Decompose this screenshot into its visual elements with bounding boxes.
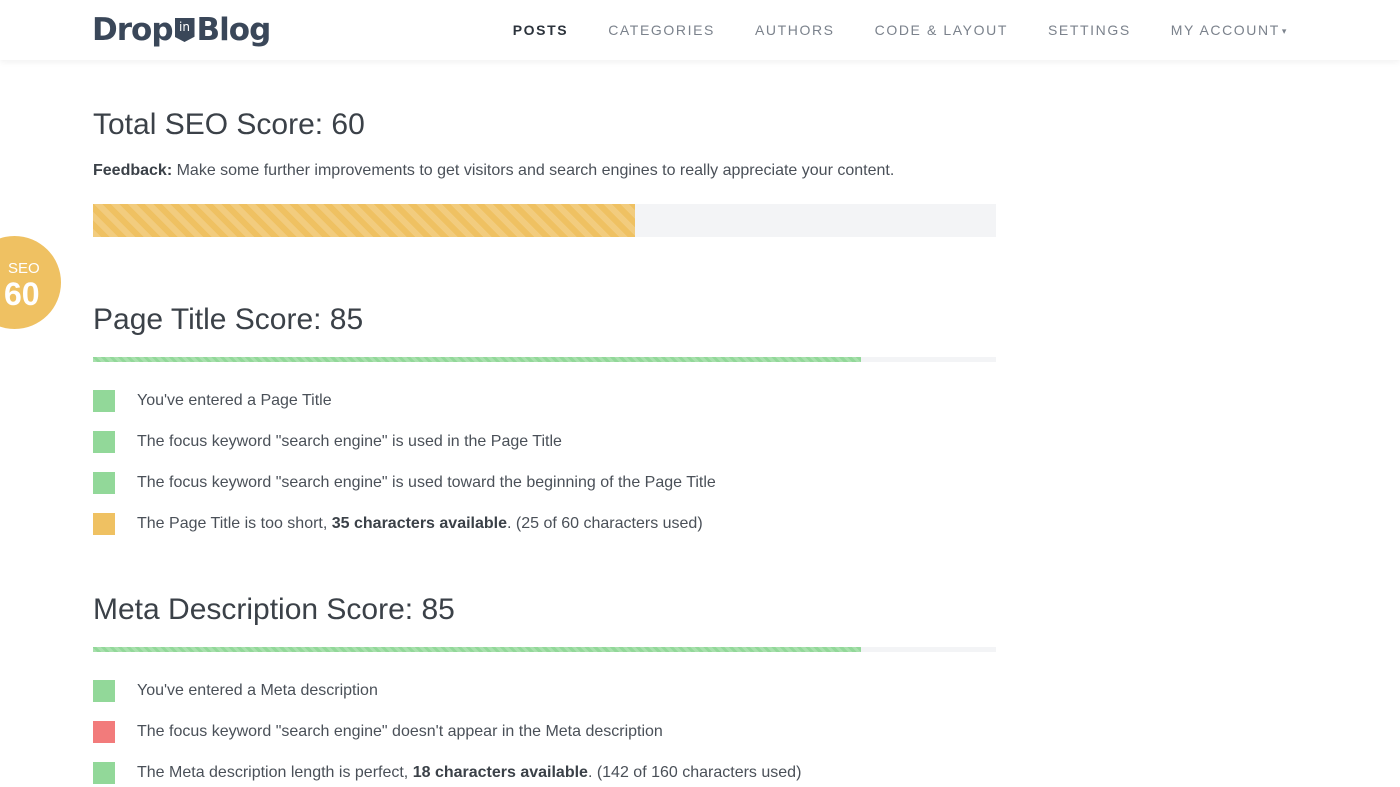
meta-description-check-text: The Meta description length is perfect, …	[137, 764, 802, 781]
page-title-check-text: The Page Title is too short, 35 characte…	[137, 515, 703, 532]
meta-description-check-text: The focus keyword "search engine" doesn'…	[137, 723, 663, 740]
meta-description-check-item: The Meta description length is perfect, …	[93, 762, 801, 784]
main-nav: POSTS CATEGORIES AUTHORS CODE & LAYOUT S…	[473, 0, 1288, 60]
status-pass-icon	[93, 390, 115, 412]
nav-my-account[interactable]: MY ACCOUNT ▾	[1171, 22, 1288, 38]
seo-badge-label: SEO	[8, 260, 40, 277]
nav-categories[interactable]: CATEGORIES	[608, 22, 715, 38]
logo-text-drop: Drop	[92, 12, 174, 48]
feedback-message: Make some further improvements to get vi…	[172, 162, 895, 179]
page-title-check-text: You've entered a Page Title	[137, 392, 332, 409]
caret-down-icon: ▾	[1281, 25, 1288, 36]
page-title-check-text: The focus keyword "search engine" is use…	[137, 474, 716, 491]
logo-in-badge: in	[174, 18, 195, 42]
nav-settings[interactable]: SETTINGS	[1048, 22, 1131, 38]
dropinblog-logo[interactable]: Drop in Blog	[92, 10, 272, 50]
page-title-check-item: The Page Title is too short, 35 characte…	[93, 513, 703, 535]
page-title-score-progress	[93, 357, 996, 362]
top-navbar: Drop in Blog POSTS CATEGORIES AUTHORS CO…	[0, 0, 1400, 60]
page-title-score-heading: Page Title Score: 85	[93, 303, 364, 336]
logo-text-blog: Blog	[196, 12, 272, 48]
meta-description-check-text: You've entered a Meta description	[137, 682, 378, 699]
seo-score-badge[interactable]: SEO 60	[0, 236, 61, 329]
meta-description-score-progress	[93, 647, 996, 652]
total-score-progress-fill	[93, 204, 635, 237]
nav-posts[interactable]: POSTS	[513, 22, 568, 38]
meta-description-check-item: The focus keyword "search engine" doesn'…	[93, 721, 663, 743]
meta-description-score-heading: Meta Description Score: 85	[93, 593, 455, 626]
nav-code-layout[interactable]: CODE & LAYOUT	[875, 22, 1008, 38]
status-pass-icon	[93, 762, 115, 784]
seo-badge-value: 60	[4, 276, 40, 312]
meta-description-check-item: You've entered a Meta description	[93, 680, 378, 702]
status-pass-icon	[93, 431, 115, 453]
status-pass-icon	[93, 680, 115, 702]
feedback-text: Feedback: Make some further improvements…	[93, 162, 894, 180]
status-fail-icon	[93, 721, 115, 743]
page-title-check-item: You've entered a Page Title	[93, 390, 332, 412]
total-score-progress	[93, 204, 996, 237]
status-warn-icon	[93, 513, 115, 535]
page-title-check-item: The focus keyword "search engine" is use…	[93, 431, 562, 453]
total-seo-heading: Total SEO Score: 60	[93, 108, 365, 141]
page-title-score-progress-fill	[93, 357, 861, 362]
nav-authors[interactable]: AUTHORS	[755, 22, 835, 38]
feedback-label: Feedback:	[93, 162, 173, 179]
status-pass-icon	[93, 472, 115, 494]
page-title-check-item: The focus keyword "search engine" is use…	[93, 472, 716, 494]
meta-description-score-progress-fill	[93, 647, 861, 652]
nav-my-account-label: MY ACCOUNT	[1170, 22, 1280, 38]
page-title-check-text: The focus keyword "search engine" is use…	[137, 433, 562, 450]
